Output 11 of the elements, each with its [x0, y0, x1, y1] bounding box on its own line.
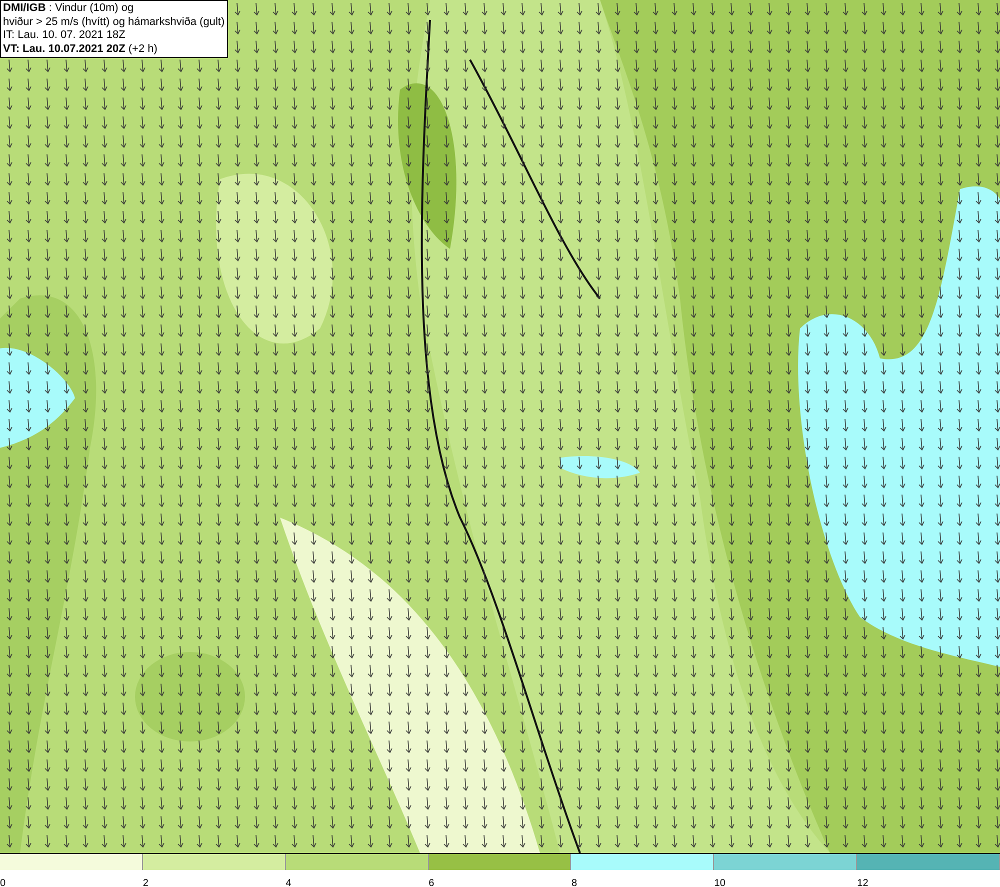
title-line: DMI/IGB : Vindur (10m) og: [3, 2, 135, 16]
title-line: hviður > 25 m/s (hvítt) og hámarkshviða (gult): [3, 16, 225, 29]
legend-label: 8: [571, 878, 577, 887]
title-line: VT: Lau. 10.07.2021 20Z (+2 h): [3, 42, 158, 56]
legend-label: 2: [142, 878, 148, 887]
legend-label: 10: [714, 878, 726, 887]
legend-label: 6: [428, 878, 434, 887]
title-line: IT: Lau. 10. 07. 2021 18Z: [3, 29, 126, 42]
legend-label: 4: [286, 878, 292, 887]
legend-label: 12: [857, 878, 868, 887]
legend-label: 0: [0, 878, 6, 887]
